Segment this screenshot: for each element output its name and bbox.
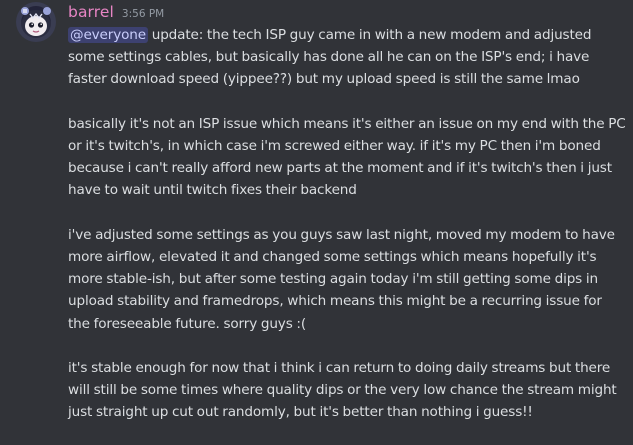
message-paragraph: i've adjusted some settings as you guys … — [68, 226, 615, 332]
message-paragraph: @everyone update: the tech ISP guy came … — [68, 24, 626, 91]
chat-message: barrel 3:56 PM @everyone update: the tec… — [0, 0, 633, 445]
message-header: barrel 3:56 PM — [68, 3, 164, 23]
timestamp[interactable]: 3:56 PM — [122, 8, 164, 20]
everyone-mention[interactable]: @everyone — [68, 27, 148, 43]
avatar[interactable] — [16, 2, 56, 42]
username[interactable]: barrel — [68, 3, 114, 21]
user-avatar-image — [16, 2, 56, 42]
message-paragraph: basically it's not an ISP issue which me… — [68, 115, 626, 199]
message-content: @everyone update: the tech ISP guy came … — [68, 24, 626, 424]
message-paragraph: it's stable enough for now that i think … — [68, 360, 617, 421]
